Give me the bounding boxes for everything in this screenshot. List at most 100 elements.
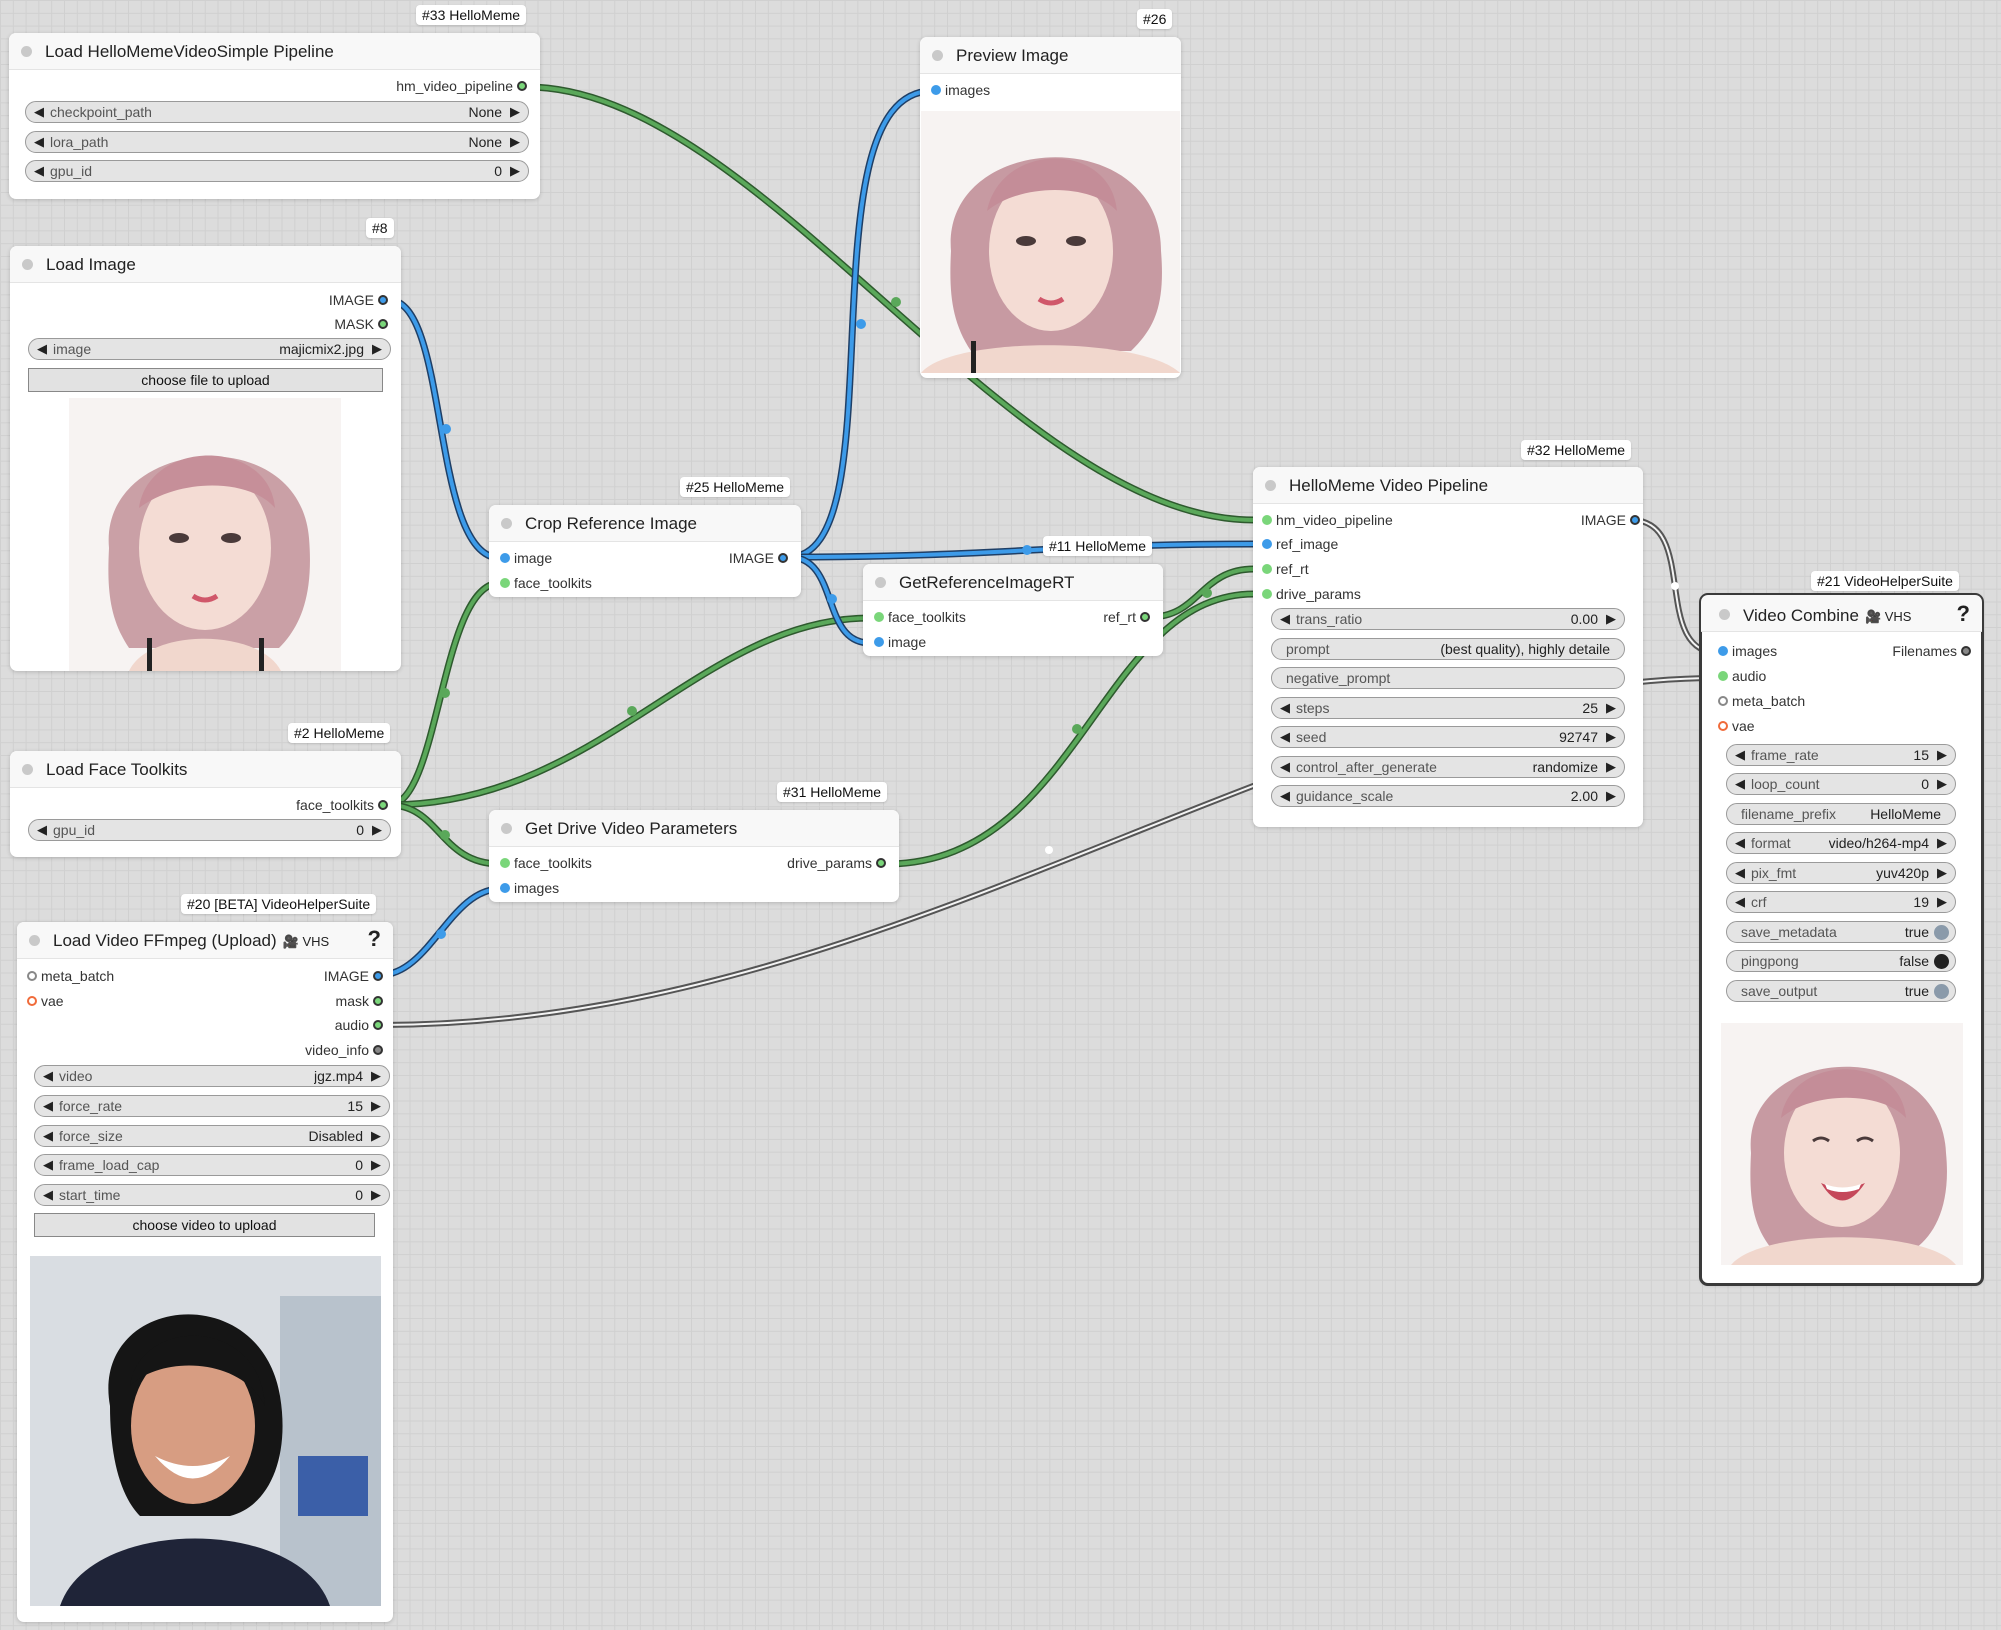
node-header[interactable]: Load Video FFmpeg (Upload) 🎥 VHS ? bbox=[17, 922, 393, 959]
node-header[interactable]: Load Face Toolkits bbox=[10, 751, 401, 788]
node-header[interactable]: Preview Image bbox=[920, 37, 1181, 74]
output-image[interactable]: IMAGE bbox=[729, 549, 788, 567]
input-meta-batch[interactable]: meta_batch bbox=[27, 967, 114, 985]
output-image[interactable]: IMAGE bbox=[329, 291, 388, 309]
collapse-dot-icon[interactable] bbox=[21, 46, 32, 57]
widget-force-size[interactable]: ◀ force_size Disabled ▶ bbox=[34, 1125, 390, 1147]
output-hm-video-pipeline[interactable]: hm_video_pipeline bbox=[396, 77, 527, 95]
node-header[interactable]: HelloMeme Video Pipeline bbox=[1253, 467, 1643, 504]
widget-control-after-generate[interactable]: ◀ control_after_generate randomize ▶ bbox=[1271, 756, 1625, 778]
collapse-dot-icon[interactable] bbox=[29, 935, 40, 946]
node-badge: #26 bbox=[1137, 9, 1173, 29]
input-ref-image[interactable]: ref_image bbox=[1262, 535, 1338, 553]
node-get-drive-video-params[interactable]: Get Drive Video Parameters face_toolkits… bbox=[489, 810, 899, 902]
collapse-dot-icon[interactable] bbox=[22, 764, 33, 775]
arrow-left-icon: ◀ bbox=[43, 1068, 53, 1083]
widget-crf[interactable]: ◀ crf 19 ▶ bbox=[1726, 891, 1956, 913]
node-badge: #31 HelloMeme bbox=[777, 782, 888, 802]
widget-force-rate[interactable]: ◀ force_rate 15 ▶ bbox=[34, 1095, 390, 1117]
choose-video-button[interactable]: choose video to upload bbox=[34, 1213, 375, 1237]
widget-seed[interactable]: ◀ seed 92747 ▶ bbox=[1271, 726, 1625, 748]
node-load-video-ffmpeg[interactable]: Load Video FFmpeg (Upload) 🎥 VHS ? meta_b… bbox=[17, 922, 393, 1622]
input-images[interactable]: images bbox=[500, 879, 559, 897]
widget-video[interactable]: ◀ video jgz.mp4 ▶ bbox=[34, 1065, 390, 1087]
input-ref-rt[interactable]: ref_rt bbox=[1262, 560, 1309, 578]
toggle-knob-icon bbox=[1934, 925, 1949, 940]
input-drive-params[interactable]: drive_params bbox=[1262, 585, 1361, 603]
widget-pix-fmt[interactable]: ◀ pix_fmt yuv420p ▶ bbox=[1726, 862, 1956, 884]
node-badge: #8 bbox=[366, 218, 394, 238]
output-image[interactable]: IMAGE bbox=[1581, 511, 1640, 529]
node-header[interactable]: GetReferenceImageRT bbox=[863, 564, 1163, 601]
input-images[interactable]: images bbox=[931, 81, 990, 99]
widget-start-time[interactable]: ◀ start_time 0 ▶ bbox=[34, 1184, 390, 1206]
collapse-dot-icon[interactable] bbox=[932, 50, 943, 61]
toggle-save-metadata[interactable]: save_metadata true bbox=[1726, 921, 1956, 943]
help-icon[interactable]: ? bbox=[1957, 601, 1970, 627]
node-header[interactable]: Crop Reference Image bbox=[489, 505, 801, 542]
input-images[interactable]: images bbox=[1718, 642, 1777, 660]
output-mask[interactable]: mask bbox=[336, 992, 383, 1010]
widget-loop-count[interactable]: ◀ loop_count 0 ▶ bbox=[1726, 773, 1956, 795]
node-header[interactable]: Video Combine 🎥 VHS ? bbox=[1701, 595, 1982, 632]
widget-prompt[interactable]: prompt (best quality), highly detaile bbox=[1271, 638, 1625, 660]
widget-filename-prefix[interactable]: filename_prefix HelloMeme bbox=[1726, 803, 1956, 825]
widget-checkpoint-path[interactable]: ◀ checkpoint_path None ▶ bbox=[25, 101, 529, 123]
input-audio[interactable]: audio bbox=[1718, 667, 1766, 685]
collapse-dot-icon[interactable] bbox=[501, 518, 512, 529]
help-icon[interactable]: ? bbox=[368, 926, 381, 952]
arrow-left-icon: ◀ bbox=[34, 104, 44, 119]
collapse-dot-icon[interactable] bbox=[501, 823, 512, 834]
node-header[interactable]: Load HelloMemeVideoSimple Pipeline bbox=[9, 33, 540, 70]
widget-image[interactable]: ◀ image majicmix2.jpg ▶ bbox=[28, 338, 391, 360]
widget-guidance-scale[interactable]: ◀ guidance_scale 2.00 ▶ bbox=[1271, 785, 1625, 807]
widget-format[interactable]: ◀ format video/h264-mp4 ▶ bbox=[1726, 832, 1956, 854]
output-audio[interactable]: audio bbox=[335, 1016, 383, 1034]
output-video-info[interactable]: video_info bbox=[305, 1041, 383, 1059]
input-meta-batch[interactable]: meta_batch bbox=[1718, 692, 1805, 710]
widget-gpu-id[interactable]: ◀ gpu_id 0 ▶ bbox=[25, 160, 529, 182]
widget-gpu-id[interactable]: ◀ gpu_id 0 ▶ bbox=[28, 819, 391, 841]
input-face-toolkits[interactable]: face_toolkits bbox=[874, 608, 966, 626]
widget-negative-prompt[interactable]: negative_prompt bbox=[1271, 667, 1625, 689]
node-load-image[interactable]: Load Image IMAGE MASK ◀ image majicmix2.jp… bbox=[10, 246, 401, 671]
toggle-pingpong[interactable]: pingpong false bbox=[1726, 950, 1956, 972]
widget-frame-load-cap[interactable]: ◀ frame_load_cap 0 ▶ bbox=[34, 1154, 390, 1176]
input-hm-video-pipeline[interactable]: hm_video_pipeline bbox=[1262, 511, 1393, 529]
node-load-face-toolkits[interactable]: Load Face Toolkits face_toolkits ◀ gpu_id… bbox=[10, 751, 401, 857]
node-header[interactable]: Load Image bbox=[10, 246, 401, 283]
input-image[interactable]: image bbox=[500, 549, 552, 567]
toggle-save-output[interactable]: save_output true bbox=[1726, 980, 1956, 1002]
input-vae[interactable]: vae bbox=[27, 992, 64, 1010]
input-image[interactable]: image bbox=[874, 633, 926, 651]
output-mask[interactable]: MASK bbox=[334, 315, 388, 333]
node-title: Preview Image bbox=[956, 46, 1069, 65]
input-vae[interactable]: vae bbox=[1718, 717, 1755, 735]
input-face-toolkits[interactable]: face_toolkits bbox=[500, 574, 592, 592]
node-video-combine[interactable]: Video Combine 🎥 VHS ? images audio meta_b… bbox=[1699, 593, 1984, 1286]
input-dot-icon bbox=[500, 578, 510, 588]
output-face-toolkits[interactable]: face_toolkits bbox=[296, 796, 388, 814]
output-filenames[interactable]: Filenames bbox=[1892, 642, 1971, 660]
input-face-toolkits[interactable]: face_toolkits bbox=[500, 854, 592, 872]
node-load-hellomeme-pipeline[interactable]: Load HelloMemeVideoSimple Pipeline hm_vi… bbox=[9, 33, 540, 199]
choose-file-button[interactable]: choose file to upload bbox=[28, 368, 383, 392]
node-crop-reference-image[interactable]: Crop Reference Image image face_toolkits… bbox=[489, 505, 801, 597]
input-dot-icon bbox=[1262, 539, 1272, 549]
output-ref-rt[interactable]: ref_rt bbox=[1103, 608, 1150, 626]
widget-steps[interactable]: ◀ steps 25 ▶ bbox=[1271, 697, 1625, 719]
collapse-dot-icon[interactable] bbox=[22, 259, 33, 270]
output-drive-params[interactable]: drive_params bbox=[787, 854, 886, 872]
node-header[interactable]: Get Drive Video Parameters bbox=[489, 810, 899, 847]
widget-trans-ratio[interactable]: ◀ trans_ratio 0.00 ▶ bbox=[1271, 608, 1625, 630]
collapse-dot-icon[interactable] bbox=[1719, 609, 1730, 620]
widget-frame-rate[interactable]: ◀ frame_rate 15 ▶ bbox=[1726, 744, 1956, 766]
node-get-reference-image-rt[interactable]: GetReferenceImageRT face_toolkits image … bbox=[863, 564, 1163, 656]
collapse-dot-icon[interactable] bbox=[875, 577, 886, 588]
output-image[interactable]: IMAGE bbox=[324, 967, 383, 985]
collapse-dot-icon[interactable] bbox=[1265, 480, 1276, 491]
node-preview-image[interactable]: Preview Image images bbox=[920, 37, 1181, 378]
arrow-right-icon: ▶ bbox=[371, 1187, 381, 1202]
node-hellomeme-video-pipeline[interactable]: HelloMeme Video Pipeline hm_video_pipeli… bbox=[1253, 467, 1643, 827]
widget-lora-path[interactable]: ◀ lora_path None ▶ bbox=[25, 131, 529, 153]
